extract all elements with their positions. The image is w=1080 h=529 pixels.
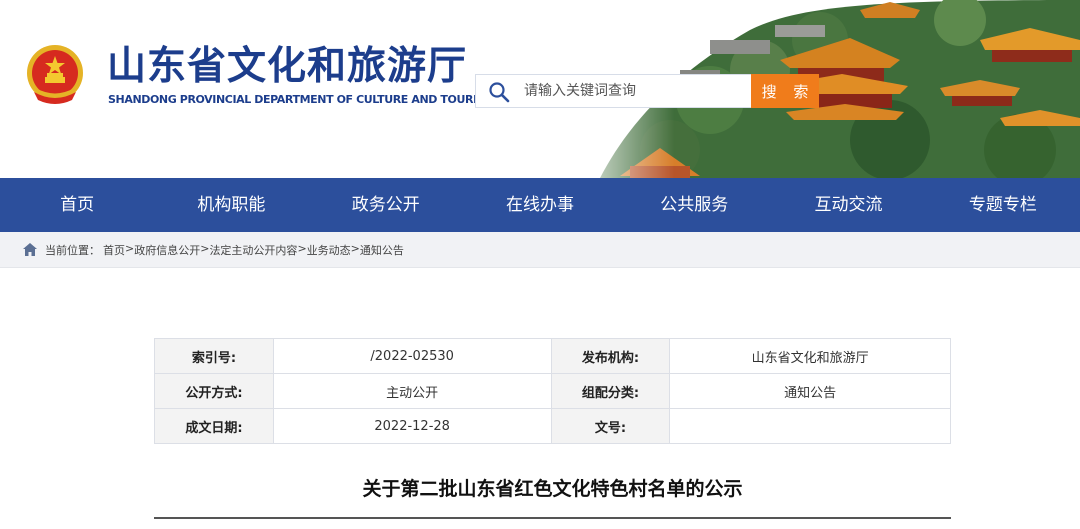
breadcrumb: 当前位置： 首页 > 政府信息公开 > 法定主动公开内容 > 业务动态 > 通知… <box>0 232 1080 268</box>
publisher-value: 山东省文化和旅游厅 <box>669 338 951 374</box>
table-row: 成文日期: 2022-12-28 文号: <box>154 408 951 444</box>
breadcrumb-separator: > <box>200 242 210 255</box>
nav-item-home[interactable]: 首页 <box>0 178 154 232</box>
national-emblem-icon <box>27 45 83 104</box>
article-title: 关于第二批山东省红色文化特色村名单的公示 <box>362 478 743 500</box>
breadcrumb-item-notices[interactable]: 通知公告 <box>360 242 404 258</box>
document-number-value <box>669 408 951 444</box>
main-nav: 首页 机构职能 政务公开 在线办事 公共服务 互动交流 专题专栏 <box>0 178 1080 232</box>
table-row: 公开方式: 主动公开 组配分类: 通知公告 <box>154 373 951 409</box>
breadcrumb-item-gov-info[interactable]: 政府信息公开 <box>134 242 200 258</box>
breadcrumb-item-business[interactable]: 业务动态 <box>307 242 351 258</box>
site-title: 山东省文化和旅游厅 <box>107 44 468 89</box>
disclosure-method-value: 主动公开 <box>272 373 552 409</box>
site-subtitle: SHANDONG PROVINCIAL DEPARTMENT OF CULTUR… <box>108 93 495 106</box>
home-icon <box>23 243 37 256</box>
nav-item-government-affairs[interactable]: 政务公开 <box>309 178 463 232</box>
nav-item-public-services[interactable]: 公共服务 <box>617 178 771 232</box>
category-label: 组配分类: <box>550 373 671 409</box>
disclosure-method-label: 公开方式: <box>154 373 274 409</box>
table-row: 索引号: /2022-02530 发布机构: 山东省文化和旅游厅 <box>154 338 951 374</box>
index-number-label: 索引号: <box>154 338 274 374</box>
document-number-label: 文号: <box>550 408 671 444</box>
breadcrumb-label: 当前位置： <box>45 244 100 257</box>
nav-item-interaction[interactable]: 互动交流 <box>771 178 925 232</box>
date-label: 成文日期: <box>154 408 274 444</box>
breadcrumb-item-home[interactable]: 首页 <box>103 242 125 258</box>
nav-item-special-topics[interactable]: 专题专栏 <box>926 178 1080 232</box>
publisher-label: 发布机构: <box>550 338 671 374</box>
document-info-table: 索引号: /2022-02530 发布机构: 山东省文化和旅游厅 公开方式: 主… <box>154 338 951 444</box>
breadcrumb-separator: > <box>125 242 135 255</box>
breadcrumb-trail: 首页 > 政府信息公开 > 法定主动公开内容 > 业务动态 > 通知公告 <box>103 242 404 258</box>
category-value: 通知公告 <box>669 373 951 409</box>
search-box <box>475 74 751 108</box>
breadcrumb-separator: > <box>297 242 307 255</box>
search-icon <box>489 82 510 103</box>
search-input[interactable] <box>524 75 744 107</box>
site-header: 山东省文化和旅游厅 SHANDONG PROVINCIAL DEPARTMENT… <box>0 0 1080 178</box>
breadcrumb-item-statutory[interactable]: 法定主动公开内容 <box>209 242 297 258</box>
date-value: 2022-12-28 <box>272 408 552 444</box>
nav-item-online-services[interactable]: 在线办事 <box>463 178 617 232</box>
title-divider <box>154 517 951 519</box>
breadcrumb-separator: > <box>350 242 360 255</box>
nav-item-functions[interactable]: 机构职能 <box>154 178 308 232</box>
index-number-value: /2022-02530 <box>272 338 552 374</box>
search-button[interactable]: 搜 索 <box>751 74 819 108</box>
